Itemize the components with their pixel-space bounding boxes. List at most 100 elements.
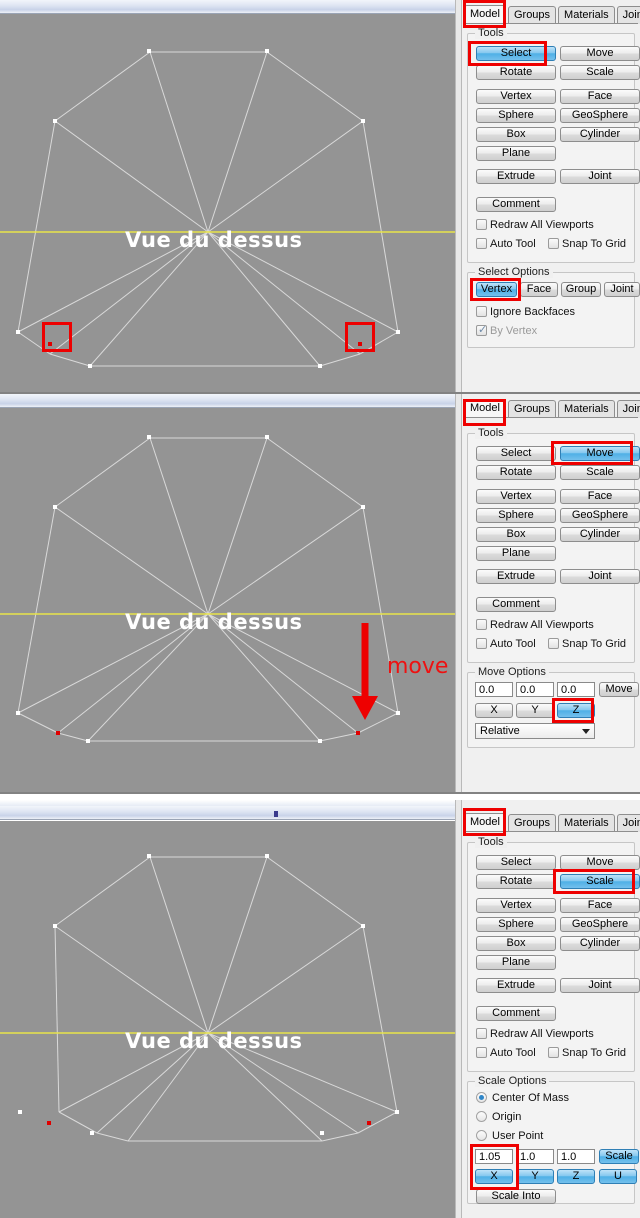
tab-materials[interactable]: Materials (558, 6, 615, 24)
move-y-input[interactable]: 0.0 (516, 682, 554, 697)
tool-panel-3: Model Groups Materials Joints Tools Sele… (462, 800, 640, 1218)
tab-materials[interactable]: Materials (558, 400, 615, 418)
tab-materials[interactable]: Materials (558, 814, 615, 832)
panel-scrollbar-3[interactable] (455, 800, 462, 1218)
tool-joint-button[interactable]: Joint (560, 169, 640, 184)
tool-scale-button[interactable]: Scale (560, 874, 640, 889)
snap-to-grid-label: Snap To Grid (562, 238, 627, 250)
scale-axis-y-button[interactable]: Y (516, 1169, 554, 1184)
scale-x-input[interactable]: 1.05 (475, 1149, 513, 1164)
scale-axis-u-button[interactable]: U (599, 1169, 637, 1184)
select-options-title: Select Options (475, 266, 553, 278)
tool-rotate-button[interactable]: Rotate (476, 465, 556, 480)
scale-center-of-mass-radio[interactable] (476, 1092, 487, 1103)
tool-geosphere-button[interactable]: GeoSphere (560, 508, 640, 523)
tool-geosphere-button[interactable]: GeoSphere (560, 917, 640, 932)
tool-cylinder-button[interactable]: Cylinder (560, 936, 640, 951)
move-x-input[interactable]: 0.0 (475, 682, 513, 697)
tool-box-button[interactable]: Box (476, 527, 556, 542)
move-axis-x-button[interactable]: X (475, 703, 513, 718)
tool-plane-button[interactable]: Plane (476, 546, 556, 561)
tab-joints[interactable]: Joints (616, 814, 640, 832)
select-mode-group-button[interactable]: Group (561, 282, 601, 297)
move-mode-combo[interactable]: Relative (475, 723, 595, 739)
tool-plane-button[interactable]: Plane (476, 146, 556, 161)
tab-joints[interactable]: Joints (616, 400, 640, 418)
viewport-3d-2[interactable]: Vue du dessus move (0, 408, 462, 792)
tool-scale-button[interactable]: Scale (560, 65, 640, 80)
viewport-label-2: Vue du dessus (125, 610, 303, 634)
scale-y-input[interactable]: 1.0 (516, 1149, 554, 1164)
tab-groups[interactable]: Groups (507, 400, 557, 418)
tool-select-button[interactable]: Select (476, 46, 556, 61)
tool-rotate-button[interactable]: Rotate (476, 874, 556, 889)
scale-into-button[interactable]: Scale Into (476, 1189, 556, 1204)
panel-scrollbar-2[interactable] (455, 394, 462, 792)
tool-move-button[interactable]: Move (560, 446, 640, 461)
tab-groups[interactable]: Groups (507, 814, 557, 832)
tool-sphere-button[interactable]: Sphere (476, 108, 556, 123)
select-mode-joint-button[interactable]: Joint (604, 282, 640, 297)
tool-select-button[interactable]: Select (476, 855, 556, 870)
comment-button[interactable]: Comment (476, 197, 556, 212)
tool-face-button[interactable]: Face (560, 89, 640, 104)
tool-face-button[interactable]: Face (560, 898, 640, 913)
tool-joint-button[interactable]: Joint (560, 569, 640, 584)
move-apply-button[interactable]: Move (599, 682, 639, 697)
scale-axis-x-button[interactable]: X (475, 1169, 513, 1184)
comment-button[interactable]: Comment (476, 597, 556, 612)
tool-extrude-button[interactable]: Extrude (476, 569, 556, 584)
chevron-down-icon (582, 729, 590, 734)
ignore-backfaces-checkbox[interactable] (476, 306, 487, 317)
tool-face-button[interactable]: Face (560, 489, 640, 504)
scale-axis-z-button[interactable]: Z (557, 1169, 595, 1184)
auto-tool-checkbox[interactable] (476, 1047, 487, 1058)
tab-model[interactable]: Model (464, 813, 506, 832)
snap-to-grid-checkbox[interactable] (548, 238, 559, 249)
scale-origin-radio[interactable] (476, 1111, 487, 1122)
tool-cylinder-button[interactable]: Cylinder (560, 127, 640, 142)
scale-user-point-radio[interactable] (476, 1130, 487, 1141)
snap-to-grid-checkbox[interactable] (548, 1047, 559, 1058)
move-axis-z-button[interactable]: Z (557, 703, 595, 718)
scale-apply-button[interactable]: Scale (599, 1149, 639, 1164)
snap-to-grid-checkbox[interactable] (548, 638, 559, 649)
tool-move-button[interactable]: Move (560, 855, 640, 870)
tool-extrude-button[interactable]: Extrude (476, 978, 556, 993)
select-mode-vertex-button[interactable]: Vertex (476, 282, 517, 297)
auto-tool-checkbox[interactable] (476, 238, 487, 249)
tool-joint-button[interactable]: Joint (560, 978, 640, 993)
tool-scale-button[interactable]: Scale (560, 465, 640, 480)
redraw-all-viewports-checkbox[interactable] (476, 1028, 487, 1039)
tool-plane-button[interactable]: Plane (476, 955, 556, 970)
scale-z-input[interactable]: 1.0 (557, 1149, 595, 1164)
tab-groups[interactable]: Groups (507, 6, 557, 24)
panel-scrollbar-1[interactable] (455, 0, 462, 392)
tool-geosphere-button[interactable]: GeoSphere (560, 108, 640, 123)
tool-sphere-button[interactable]: Sphere (476, 508, 556, 523)
scale-options-title: Scale Options (475, 1075, 550, 1087)
tab-model[interactable]: Model (464, 5, 506, 24)
auto-tool-checkbox[interactable] (476, 638, 487, 649)
move-z-input[interactable]: 0.0 (557, 682, 595, 697)
tab-joints[interactable]: Joints (616, 6, 640, 24)
tool-move-button[interactable]: Move (560, 46, 640, 61)
tool-vertex-button[interactable]: Vertex (476, 89, 556, 104)
tool-rotate-button[interactable]: Rotate (476, 65, 556, 80)
tool-box-button[interactable]: Box (476, 936, 556, 951)
tool-select-button[interactable]: Select (476, 446, 556, 461)
move-axis-y-button[interactable]: Y (516, 703, 554, 718)
tool-box-button[interactable]: Box (476, 127, 556, 142)
redraw-all-viewports-checkbox[interactable] (476, 619, 487, 630)
tool-vertex-button[interactable]: Vertex (476, 489, 556, 504)
viewport-3d-1[interactable]: Vue du dessus (0, 14, 462, 392)
comment-button[interactable]: Comment (476, 1006, 556, 1021)
select-mode-face-button[interactable]: Face (520, 282, 558, 297)
tab-model[interactable]: Model (464, 399, 506, 418)
redraw-all-viewports-checkbox[interactable] (476, 219, 487, 230)
tool-sphere-button[interactable]: Sphere (476, 917, 556, 932)
tool-extrude-button[interactable]: Extrude (476, 169, 556, 184)
tool-vertex-button[interactable]: Vertex (476, 898, 556, 913)
viewport-3d-3[interactable]: Vue du dessus (0, 821, 462, 1218)
tool-cylinder-button[interactable]: Cylinder (560, 527, 640, 542)
